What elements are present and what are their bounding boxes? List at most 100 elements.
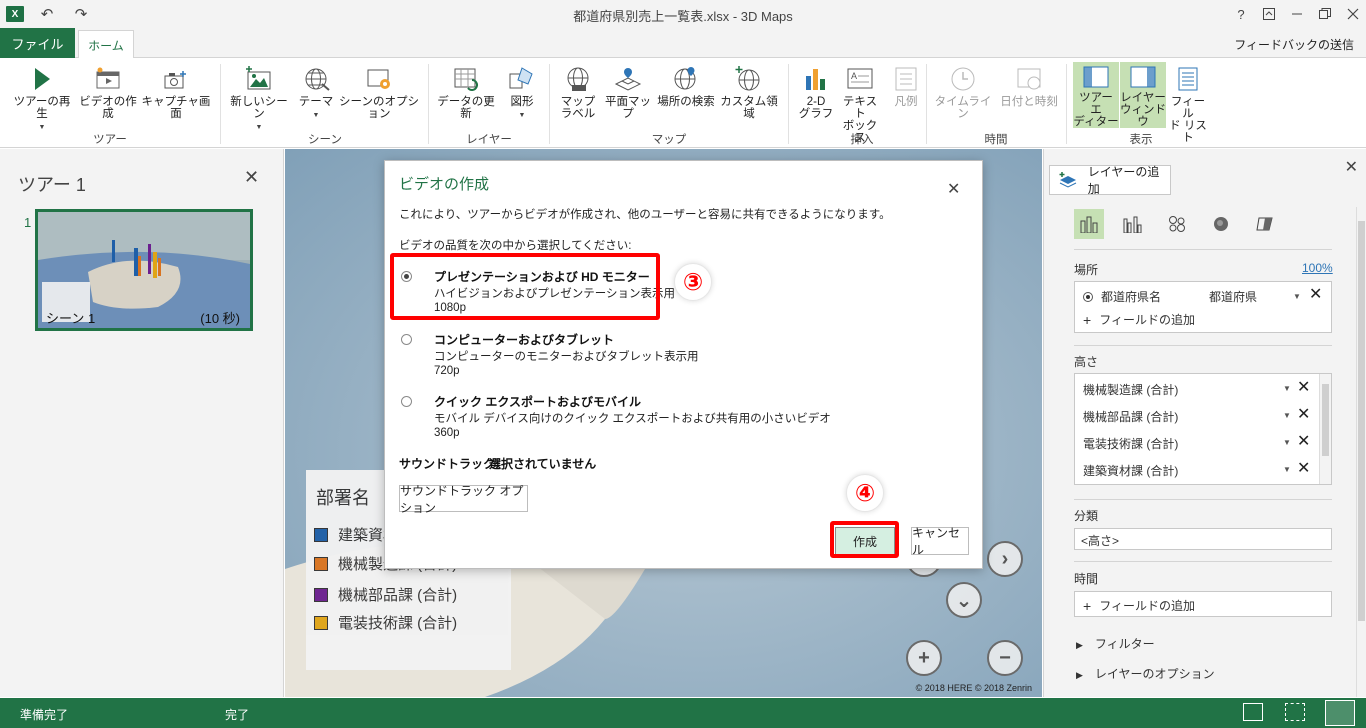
clock-icon xyxy=(948,62,978,96)
tilt-down-button[interactable]: ⌄ xyxy=(946,582,982,618)
clustered-column-icon[interactable] xyxy=(1118,209,1148,239)
height-field-row[interactable]: 電装技術課 (合計) xyxy=(1083,435,1178,452)
add-field-button[interactable]: + フィールドの追加 xyxy=(1083,311,1195,328)
screenshot-icon[interactable] xyxy=(1243,703,1263,721)
time-add-field-button[interactable]: + フィールドの追加 xyxy=(1083,597,1195,614)
find-location-button[interactable]: 場所の検索 xyxy=(656,62,716,108)
time-field-box: + フィールドの追加 xyxy=(1074,591,1332,617)
fit-view-icon[interactable] xyxy=(1285,703,1305,721)
height-field-row[interactable]: 機械部品課 (合計) xyxy=(1083,408,1178,425)
create-video-button[interactable]: ビデオの作成 xyxy=(76,62,140,120)
quality-prompt: ビデオの品質を次の中から選択してください: xyxy=(399,240,632,252)
fullscreen-icon[interactable] xyxy=(1325,700,1355,726)
height-field-name: 機械製造課 (合計) xyxy=(1083,383,1179,397)
help-button[interactable]: ? xyxy=(1228,3,1254,25)
custom-regions-icon xyxy=(734,62,764,96)
shapes-button[interactable]: 図形 ▼ xyxy=(500,62,544,122)
remove-field-icon[interactable]: ✕ xyxy=(1297,377,1310,397)
heat-map-icon[interactable] xyxy=(1206,209,1236,239)
scrollbar-thumb[interactable] xyxy=(1322,384,1329,456)
zoom-in-button[interactable]: + xyxy=(906,640,942,676)
scene-duration: (10 秒) xyxy=(200,311,240,326)
field-list-scrollbar[interactable] xyxy=(1319,374,1331,484)
timeline-button[interactable]: タイムライン xyxy=(930,62,996,120)
stacked-column-icon[interactable] xyxy=(1074,209,1104,239)
legend-swatch xyxy=(314,527,328,542)
location-type-dropdown[interactable]: 都道府県 xyxy=(1209,288,1257,305)
scene-thumbnail[interactable]: シーン 1 (10 秒) xyxy=(35,209,253,331)
region-icon[interactable] xyxy=(1250,209,1280,239)
location-field-box: 都道府県名 都道府県 ▼ ✕ + フィールドの追加 xyxy=(1074,281,1332,333)
cancel-button[interactable]: キャンセル xyxy=(911,526,969,557)
excel-logo-icon: X xyxy=(6,6,24,22)
chevron-right-icon: › xyxy=(1001,547,1009,570)
flat-map-button[interactable]: 平面マップ xyxy=(600,62,656,120)
filter-expander[interactable]: ▶ フィルター xyxy=(1076,635,1155,652)
height-field-list: 機械製造課 (合計) ▼ ✕ 機械部品課 (合計) ▼ ✕ 電装技術課 (合計)… xyxy=(1074,373,1332,485)
custom-regions-button[interactable]: カスタム領域 xyxy=(716,62,782,120)
refresh-data-button[interactable]: データの更新 xyxy=(434,62,498,120)
option-resolution: 360p xyxy=(434,427,460,439)
option-resolution: 720p xyxy=(434,365,460,377)
redo-icon[interactable]: ↷ xyxy=(70,4,92,24)
add-layer-button[interactable]: レイヤーの追加 xyxy=(1049,165,1171,196)
capture-screen-button[interactable]: キャプチャ画面 xyxy=(140,62,212,120)
dropdown-arrow-icon[interactable]: ▼ xyxy=(1283,465,1291,474)
status-bar: 準備完了 完了 xyxy=(0,698,1366,728)
undo-icon[interactable]: ↶ xyxy=(36,4,58,24)
bubble-icon[interactable] xyxy=(1162,209,1192,239)
2d-chart-button[interactable]: 2-D グラフ xyxy=(796,62,836,120)
feedback-link[interactable]: フィードバックの送信 xyxy=(1234,36,1354,53)
dropdown-arrow-icon[interactable]: ▼ xyxy=(1283,438,1291,447)
rotate-right-button[interactable]: › xyxy=(987,541,1023,577)
location-type-value: 都道府県 xyxy=(1209,290,1258,304)
remove-field-icon[interactable]: ✕ xyxy=(1297,431,1310,451)
scene-options-button[interactable]: シーンのオプション xyxy=(336,62,422,120)
new-scene-icon xyxy=(244,62,274,96)
theme-button[interactable]: テーマ ▼ xyxy=(294,62,338,122)
find-location-icon xyxy=(671,62,701,96)
scrollbar-thumb[interactable] xyxy=(1358,221,1365,621)
map-labels-button[interactable]: マップ ラベル xyxy=(556,62,600,120)
zoom-out-button[interactable]: − xyxy=(987,640,1023,676)
dropdown-arrow-icon[interactable]: ▼ xyxy=(1293,292,1301,301)
layer-options-expander[interactable]: ▶ レイヤーのオプション xyxy=(1076,665,1215,682)
layer-options-label: レイヤーのオプション xyxy=(1094,667,1215,681)
close-icon[interactable]: ✕ xyxy=(1345,157,1358,177)
date-time-button[interactable]: 日付と時刻 xyxy=(996,62,1062,108)
height-field-row[interactable]: 機械製造課 (合計) xyxy=(1083,381,1178,398)
tab-file[interactable]: ファイル xyxy=(0,28,75,58)
radio-button[interactable] xyxy=(401,334,412,345)
restore-icon[interactable] xyxy=(1312,3,1338,25)
close-icon[interactable]: ✕ xyxy=(947,179,960,199)
height-field-row[interactable]: 建築資材課 (合計) xyxy=(1083,462,1178,479)
tab-home[interactable]: ホーム xyxy=(78,30,134,59)
remove-field-icon[interactable]: ✕ xyxy=(1309,284,1322,304)
shapes-icon xyxy=(507,62,537,96)
soundtrack-options-button[interactable]: サウンドトラック オプション xyxy=(399,484,528,515)
annotation-step-3: ③ xyxy=(674,263,712,301)
quality-option-mobile[interactable]: クイック エクスポートおよびモバイル モバイル デバイス向けのクイック エクスポ… xyxy=(399,390,831,442)
filter-label: フィルター xyxy=(1094,637,1155,651)
new-scene-button[interactable]: 新しいシーン ▼ xyxy=(228,62,290,134)
dropdown-arrow-icon[interactable]: ▼ xyxy=(1283,384,1291,393)
radio-button[interactable] xyxy=(401,396,412,407)
layer-pane-button[interactable]: レイヤー ウィンドウ xyxy=(1120,62,1166,128)
category-field[interactable]: <高さ> xyxy=(1074,528,1332,550)
dropdown-arrow-icon[interactable]: ▼ xyxy=(1283,411,1291,420)
minimize-icon[interactable] xyxy=(1284,3,1310,25)
location-field-row[interactable]: 都道府県名 xyxy=(1083,288,1161,305)
ribbon-display-options-icon[interactable] xyxy=(1256,3,1282,25)
remove-field-icon[interactable]: ✕ xyxy=(1297,458,1310,478)
play-tour-button[interactable]: ツアーの再生 ▼ xyxy=(8,62,76,134)
legend-button[interactable]: 凡例 xyxy=(884,62,928,108)
close-window-icon[interactable] xyxy=(1340,3,1366,25)
quality-option-computer[interactable]: コンピューターおよびタブレット コンピューターのモニターおよびタブレット表示用 … xyxy=(399,328,819,380)
pane-scrollbar[interactable] xyxy=(1356,207,1366,697)
tour-editor-button[interactable]: ツアー エ ディター xyxy=(1073,62,1119,128)
remove-field-icon[interactable]: ✕ xyxy=(1297,404,1310,424)
location-match-link[interactable]: 100% xyxy=(1302,261,1333,275)
layer-pane-icon xyxy=(1128,62,1158,92)
film-icon xyxy=(93,62,123,96)
close-icon[interactable]: ✕ xyxy=(244,167,259,188)
